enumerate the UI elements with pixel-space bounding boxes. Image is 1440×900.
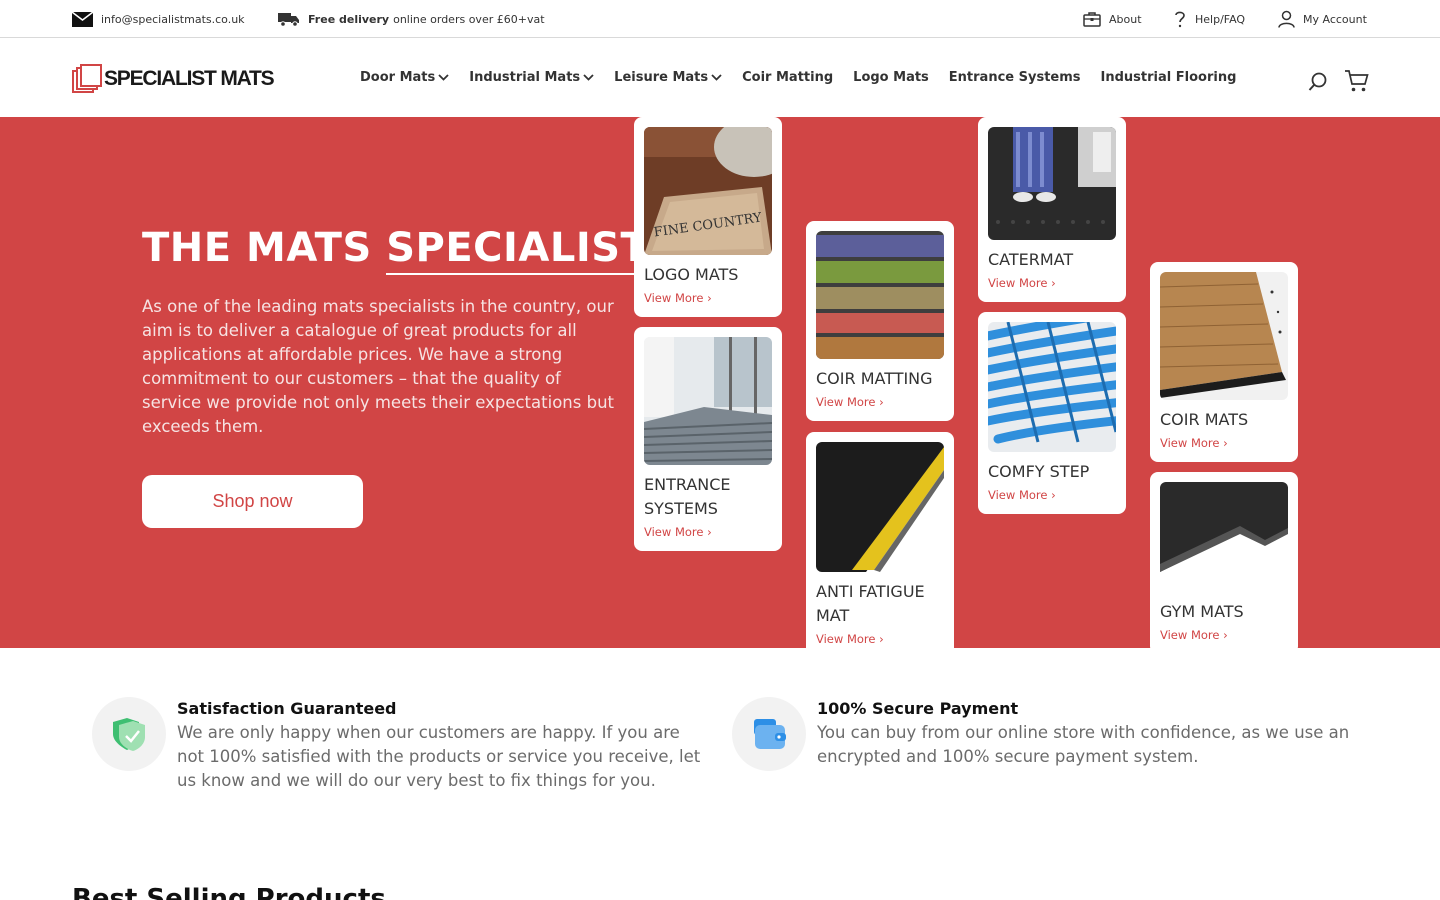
coir-matting-image <box>816 231 944 359</box>
hero-title: THE MATS SPECIALIST <box>142 225 649 275</box>
category-card-comfy-step[interactable]: COMFY STEP View More › <box>978 312 1126 514</box>
view-more-link[interactable]: View More › <box>816 393 944 411</box>
category-card-coir-matting[interactable]: COIR MATTING View More › <box>806 221 954 421</box>
view-more-link[interactable]: View More › <box>644 523 772 541</box>
about-label: About <box>1109 12 1142 26</box>
catermat-image <box>988 127 1116 240</box>
delivery-info: Free delivery online orders over £60+vat <box>278 0 545 38</box>
help-label: Help/FAQ <box>1195 12 1246 26</box>
logo-mat-image: FINE COUNTRY <box>644 127 772 255</box>
card-title: ANTI FATIGUE MAT <box>816 582 925 625</box>
category-card-gym-mats[interactable]: GYM MATS View More › <box>1150 472 1298 648</box>
logo-mark-icon <box>72 64 102 93</box>
truck-icon <box>278 12 299 27</box>
account-label: My Account <box>1303 12 1367 26</box>
view-more-link[interactable]: View More › <box>988 274 1116 292</box>
nav-label: Coir Matting <box>742 70 834 85</box>
card-title: COIR MATS <box>1160 410 1249 429</box>
view-more-link[interactable]: View More › <box>816 630 944 648</box>
card-title: CATERMAT <box>988 250 1074 269</box>
main-nav: Door Mats Industrial Mats Leisure Mats C… <box>360 38 1256 117</box>
delivery-bold: Free delivery <box>308 12 390 26</box>
card-title: COIR MATTING <box>816 369 933 388</box>
feature-description: You can buy from our online store with c… <box>817 723 1350 766</box>
main-header: SPECIALIST MATS Door Mats Industrial Mat… <box>0 38 1440 117</box>
hero-section: THE MATS SPECIALIST As one of the leadin… <box>0 117 1440 648</box>
user-icon <box>1278 10 1295 28</box>
shield-check-icon <box>92 697 166 771</box>
view-more-link[interactable]: View More › <box>1160 434 1288 452</box>
help-link[interactable]: Help/FAQ <box>1173 0 1245 38</box>
chevron-down-icon <box>438 74 449 81</box>
question-icon <box>1175 11 1185 28</box>
card-title: ENTRANCE SYSTEMS <box>644 475 731 518</box>
view-more-link[interactable]: View More › <box>644 289 772 307</box>
feature-text: Satisfaction Guaranteed We are only happ… <box>177 697 712 793</box>
feature-description: We are only happy when our customers are… <box>177 723 701 790</box>
category-card-entrance-systems[interactable]: ENTRANCE SYSTEMS View More › <box>634 327 782 551</box>
nav-entrance-systems[interactable]: Entrance Systems <box>949 70 1081 85</box>
nav-leisure-mats[interactable]: Leisure Mats <box>614 70 722 85</box>
category-card-anti-fatigue[interactable]: ANTI FATIGUE MAT View More › <box>806 432 954 648</box>
logo-text: SPECIALIST MATS <box>104 67 275 90</box>
category-card-coir-mats[interactable]: COIR MATS View More › <box>1150 262 1298 462</box>
feature-secure-payment: 100% Secure Payment You can buy from our… <box>732 697 1352 771</box>
hero-title-part1: THE MATS <box>142 225 372 271</box>
nav-label: Industrial Flooring <box>1100 70 1237 85</box>
view-more-link[interactable]: View More › <box>988 486 1116 504</box>
wallet-icon <box>732 697 806 771</box>
briefcase-icon <box>1083 12 1101 27</box>
email-text: info@specialistmats.co.uk <box>101 12 245 26</box>
nav-door-mats[interactable]: Door Mats <box>360 70 449 85</box>
anti-fatigue-image <box>816 442 944 572</box>
nav-label: Logo Mats <box>853 70 929 85</box>
site-logo[interactable]: SPECIALIST MATS <box>72 64 275 94</box>
email-link[interactable]: info@specialistmats.co.uk <box>72 0 245 38</box>
nav-industrial-mats[interactable]: Industrial Mats <box>469 70 594 85</box>
delivery-text: online orders over £60+vat <box>393 12 545 26</box>
hero-title-part2: SPECIALIST <box>386 225 649 275</box>
cart-icon[interactable] <box>1344 69 1369 93</box>
nav-label: Door Mats <box>360 70 436 85</box>
comfy-step-image <box>988 322 1116 452</box>
category-card-logo-mats[interactable]: FINE COUNTRY LOGO MATS View More › <box>634 117 782 317</box>
feature-title: 100% Secure Payment <box>817 699 1019 718</box>
chevron-down-icon <box>583 74 594 81</box>
nav-label: Entrance Systems <box>948 70 1081 85</box>
entrance-systems-image <box>644 337 772 465</box>
nav-coir-matting[interactable]: Coir Matting <box>742 70 833 85</box>
envelope-icon <box>72 11 93 27</box>
nav-industrial-flooring[interactable]: Industrial Flooring <box>1101 70 1237 85</box>
coir-mats-image <box>1160 272 1288 400</box>
card-title: GYM MATS <box>1160 602 1244 621</box>
card-title: COMFY STEP <box>988 462 1090 481</box>
shop-now-button[interactable]: Shop now <box>142 475 363 528</box>
account-link[interactable]: My Account <box>1278 0 1367 38</box>
card-title: LOGO MATS <box>644 265 739 284</box>
best-selling-heading: Best Selling Products <box>72 884 386 900</box>
feature-title: Satisfaction Guaranteed <box>177 699 397 718</box>
feature-text: 100% Secure Payment You can buy from our… <box>817 697 1352 771</box>
feature-satisfaction: Satisfaction Guaranteed We are only happ… <box>92 697 712 793</box>
top-utility-bar: info@specialistmats.co.uk Free delivery … <box>0 0 1440 38</box>
nav-label: Leisure Mats <box>614 70 709 85</box>
search-icon[interactable] <box>1308 72 1328 92</box>
chevron-down-icon <box>711 74 722 81</box>
view-more-link[interactable]: View More › <box>1160 626 1288 644</box>
hero-description: As one of the leading mats specialists i… <box>142 297 614 436</box>
category-card-catermat[interactable]: CATERMAT View More › <box>978 117 1126 302</box>
about-link[interactable]: About <box>1083 0 1142 38</box>
nav-label: Industrial Mats <box>469 70 581 85</box>
gym-mats-image <box>1160 482 1288 592</box>
nav-logo-mats[interactable]: Logo Mats <box>853 70 929 85</box>
